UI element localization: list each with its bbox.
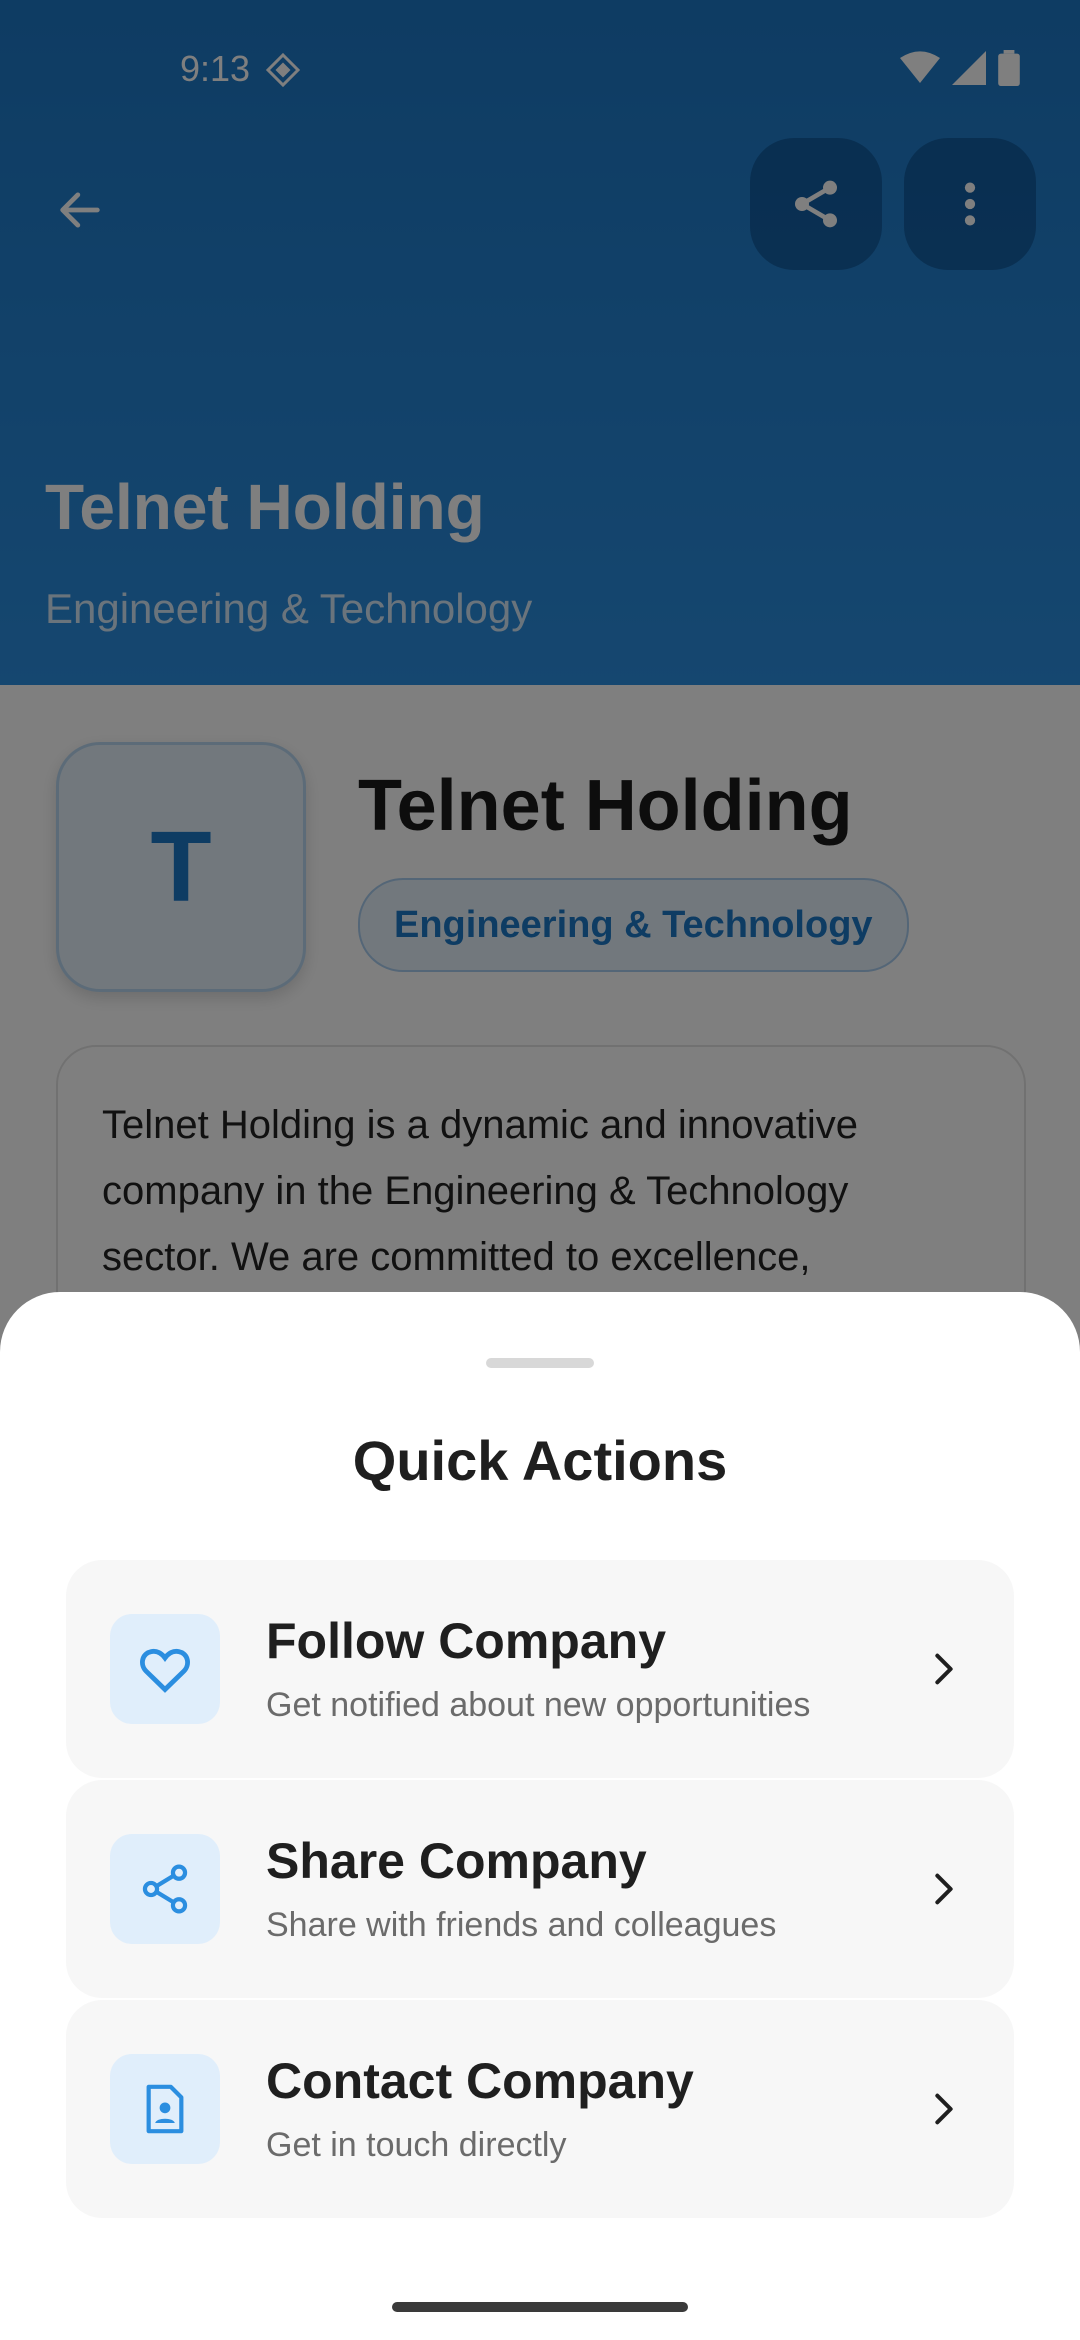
drag-handle[interactable]	[486, 1358, 594, 1368]
action-subtitle: Share with friends and colleagues	[266, 1906, 777, 1944]
action-title: Share Company	[266, 1833, 647, 1889]
action-subtitle: Get in touch directly	[266, 2126, 567, 2164]
follow-company-action[interactable]: Follow Company Get notified about new op…	[66, 1560, 1014, 1778]
chevron-right-icon	[914, 1639, 974, 1699]
contact-company-action[interactable]: Contact Company Get in touch directly	[66, 2000, 1014, 2218]
share-icon	[110, 1834, 220, 1944]
action-title: Contact Company	[266, 2053, 694, 2109]
action-title: Follow Company	[266, 1613, 666, 1669]
home-indicator[interactable]	[392, 2302, 688, 2312]
action-subtitle: Get notified about new opportunities	[266, 1686, 811, 1724]
chevron-right-icon	[914, 1859, 974, 1919]
chevron-right-icon	[914, 2079, 974, 2139]
contact-icon	[110, 2054, 220, 2164]
share-company-action[interactable]: Share Company Share with friends and col…	[66, 1780, 1014, 1998]
sheet-title: Quick Actions	[352, 1429, 728, 1492]
heart-icon	[110, 1614, 220, 1724]
